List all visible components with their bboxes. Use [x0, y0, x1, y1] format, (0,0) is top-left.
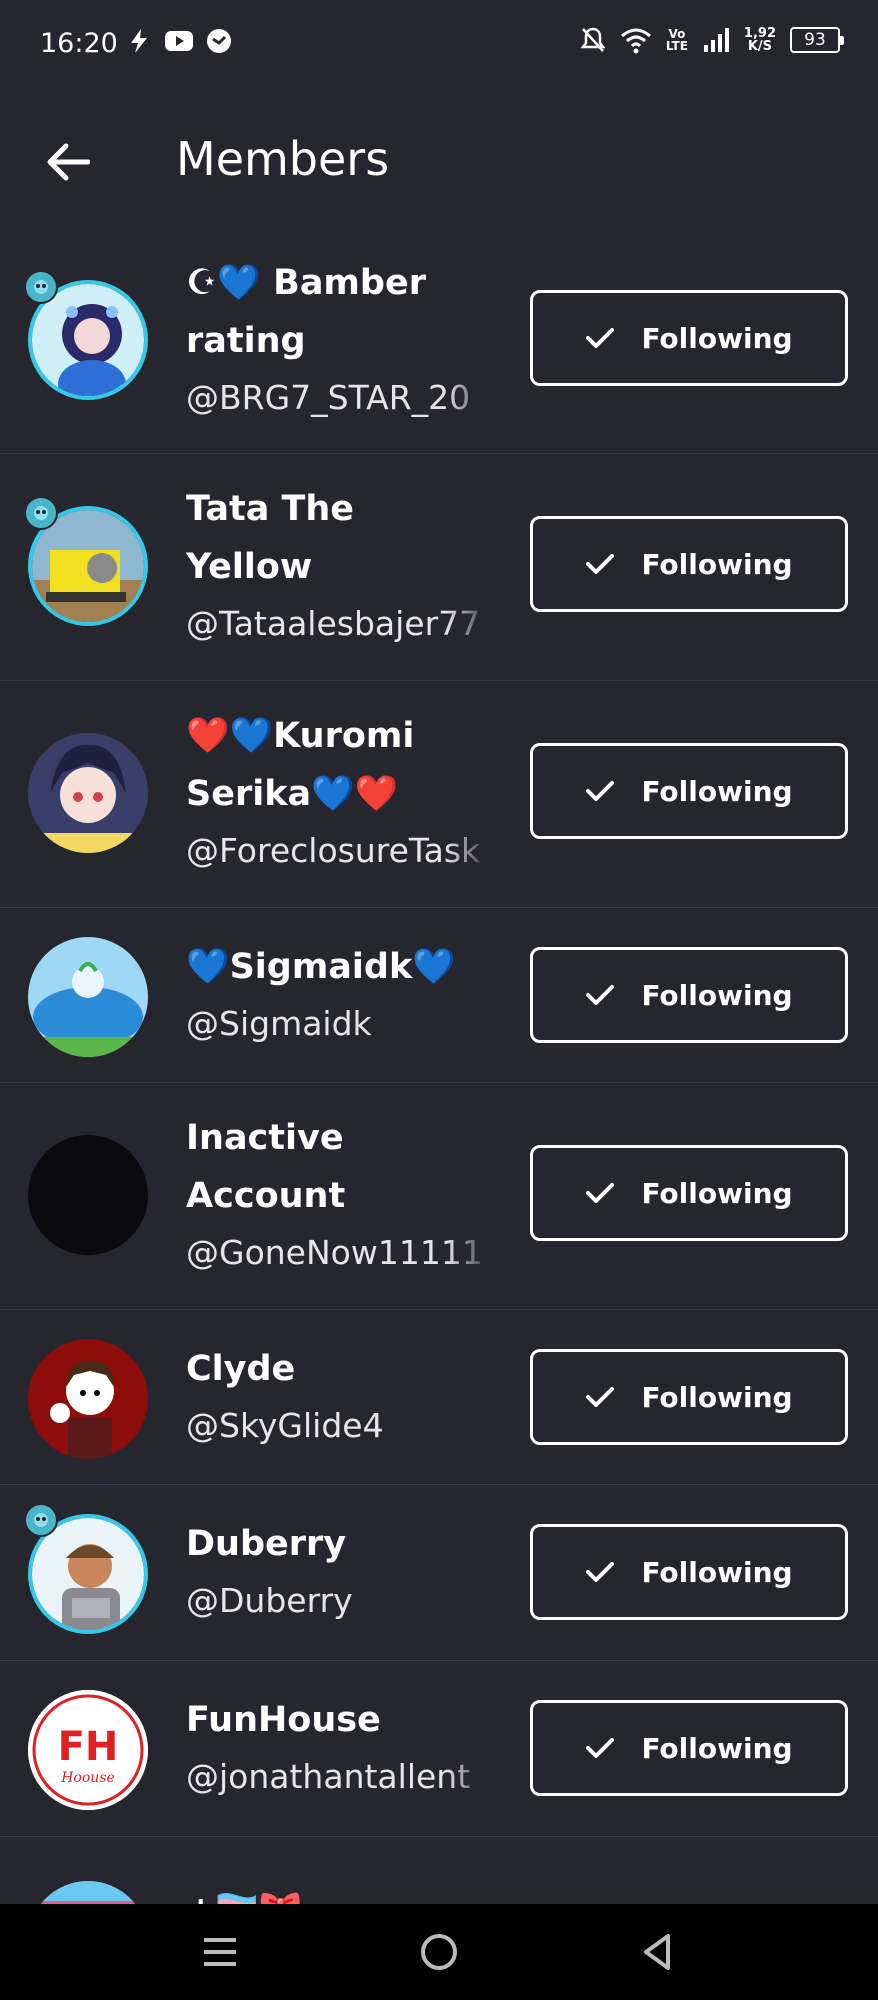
avatar[interactable]	[28, 1339, 148, 1459]
member-handle: @jonathantallent	[186, 1757, 471, 1796]
list-item[interactable]: ❤️💙Kuromi Serika💙❤️ @ForeclosureTask Fol…	[0, 681, 878, 908]
following-label: Following	[641, 1555, 793, 1589]
check-icon	[586, 328, 615, 348]
following-label: Following	[641, 547, 793, 581]
arrow-left-icon	[47, 143, 90, 181]
avatar[interactable]	[28, 1135, 148, 1255]
member-text: Tata The Yellow Pannie... @Tataalesbajer…	[186, 480, 492, 652]
check-icon	[586, 554, 615, 574]
status-right: Vo LTE 1,92 K/S 93	[580, 26, 844, 54]
status-left-icons	[126, 28, 232, 54]
list-item[interactable]: Tata The Yellow Pannie... @Tataalesbajer…	[0, 454, 878, 681]
member-handle: @ForeclosureTask	[186, 831, 481, 870]
following-button[interactable]: Following	[530, 1145, 848, 1241]
member-text: 💙Sigmaidk💙 @Sigmaidk	[186, 938, 492, 1052]
back-button[interactable]	[38, 132, 98, 192]
avatar[interactable]: FH Hoouse	[28, 1690, 148, 1810]
following-button[interactable]: Following	[530, 516, 848, 612]
check-icon	[586, 1738, 615, 1758]
member-handle: @BRG7_STAR_20	[186, 378, 471, 417]
following-label: Following	[641, 1380, 793, 1414]
menu-icon[interactable]	[198, 1930, 242, 1974]
check-icon	[586, 781, 615, 801]
list-item[interactable]: Inactive Account @GoneNow11111 Following	[0, 1083, 878, 1310]
system-nav-bar	[0, 1904, 878, 2000]
signal-icon	[703, 28, 729, 52]
volte-indicator: Vo LTE	[665, 27, 688, 53]
member-handle: @GoneNow11111	[186, 1233, 483, 1272]
following-button[interactable]: Following	[530, 1349, 848, 1445]
network-rate: 1,92 K/S	[743, 26, 776, 54]
following-label: Following	[641, 774, 793, 808]
check-icon	[586, 985, 615, 1005]
member-text: Inactive Account @GoneNow11111	[186, 1109, 492, 1281]
following-label: Following	[641, 1731, 793, 1765]
check-icon	[586, 1183, 615, 1203]
list-item[interactable]: FH Hoouse FunHouse @jonathantallent Follo…	[0, 1661, 878, 1837]
following-button[interactable]: Following	[530, 743, 848, 839]
member-name: Duberry	[186, 1524, 347, 1564]
back-triangle-icon[interactable]	[636, 1930, 680, 1974]
svg-text:Hoouse: Hoouse	[60, 1770, 115, 1786]
member-text: ❤️💙Kuromi Serika💙❤️ @ForeclosureTask	[186, 707, 492, 879]
following-button[interactable]: Following	[530, 290, 848, 386]
member-text: FunHouse @jonathantallent	[186, 1691, 492, 1805]
battery-icon: 93	[790, 27, 844, 53]
following-button[interactable]: Following	[530, 947, 848, 1043]
member-text: Duberry @Duberry	[186, 1515, 492, 1629]
member-name: Inactive Account	[186, 1118, 346, 1216]
status-bar: 16:20 Vo LTE 1,92 K/S 93	[0, 0, 878, 90]
member-name: 💙Sigmaidk💙	[186, 947, 456, 987]
member-name: ☪💙 Bamber rating gaming...	[186, 263, 426, 361]
avatar[interactable]	[28, 937, 148, 1057]
following-button[interactable]: Following	[530, 1524, 848, 1620]
avatar[interactable]	[28, 733, 148, 853]
member-name: Clyde	[186, 1349, 296, 1389]
member-name: FunHouse	[186, 1700, 381, 1740]
following-label: Following	[641, 1176, 793, 1210]
youtube-icon	[165, 31, 193, 51]
badge-icon	[24, 496, 58, 530]
list-item[interactable]: Clyde @SkyGlide4 Following	[0, 1310, 878, 1485]
page-title: Members	[176, 132, 390, 186]
svg-text:FH: FH	[58, 1724, 119, 1770]
check-icon	[586, 1562, 615, 1582]
member-text: Clyde @SkyGlide4	[186, 1340, 492, 1454]
list-item[interactable]: 💙Sigmaidk💙 @Sigmaidk Following	[0, 908, 878, 1083]
badge-icon	[24, 270, 58, 304]
list-item[interactable]: ☪💙 Bamber rating gaming... @BRG7_STAR_20…	[0, 228, 878, 454]
check-icon	[586, 1387, 615, 1407]
home-icon[interactable]	[417, 1930, 461, 1974]
status-time: 16:20	[40, 28, 118, 59]
member-name: Tata The Yellow Pannie...	[186, 489, 355, 587]
list-item[interactable]: Duberry @Duberry Following	[0, 1485, 878, 1661]
message-icon	[207, 29, 231, 53]
following-label: Following	[641, 978, 793, 1012]
mute-bell-icon	[580, 27, 606, 52]
member-text: ☪💙 Bamber rating gaming... @BRG7_STAR_20	[186, 254, 492, 426]
badge-icon	[24, 1503, 58, 1537]
member-handle: @SkyGlide4	[186, 1406, 384, 1445]
member-name: ❤️💙Kuromi Serika💙❤️	[186, 716, 415, 814]
app-header: Members	[0, 90, 878, 230]
following-button[interactable]: Following	[530, 1700, 848, 1796]
member-handle: @Sigmaidk	[186, 1004, 372, 1043]
following-label: Following	[641, 321, 793, 355]
wifi-icon	[620, 28, 651, 54]
member-handle: @Tataalesbajer77	[186, 604, 481, 643]
member-handle: @Duberry	[186, 1581, 353, 1620]
bolt-icon	[131, 29, 147, 53]
member-list: ☪💙 Bamber rating gaming... @BRG7_STAR_20…	[0, 228, 878, 2000]
